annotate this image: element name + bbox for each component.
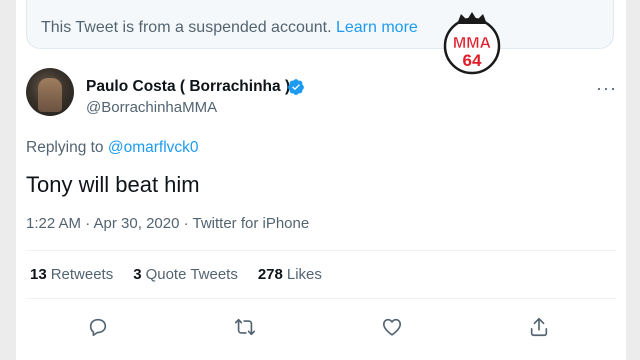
tweet-card: This Tweet is from a suspended account. … [16,0,626,360]
avatar-figure [38,78,62,112]
divider [26,298,616,299]
verified-badge-icon [288,79,304,95]
tweet-text: Tony will beat him [26,172,200,197]
reply-button[interactable] [83,312,113,342]
quote-tweets-label: Quote Tweets [145,266,238,283]
retweets-count: 13 [30,266,47,283]
quote-tweets-stat[interactable]: 3 Quote Tweets [133,266,238,283]
retweet-button[interactable] [230,312,260,342]
likes-label: Likes [286,266,322,283]
mma64-watermark-logo: MMA 64 [443,12,501,75]
replying-to-line: Replying to @omarflvck0 [26,139,199,157]
watermark-bottom-text: 64 [463,51,482,70]
reply-icon [89,318,107,337]
watermark-top-text: MMA [453,35,492,52]
left-page-edge [0,0,17,360]
avatar[interactable] [26,68,74,116]
suspended-message: This Tweet is from a suspended account. [41,19,332,36]
retweets-label: Retweets [50,266,114,283]
author-handle[interactable]: @BorrachinhaMMA [86,99,217,116]
tweet-actions-bar [70,312,590,344]
retweet-icon [235,318,255,336]
suspended-banner-text: This Tweet is from a suspended account. … [41,19,418,37]
author-name[interactable]: Paulo Costa ( Borrachinha ) [86,78,290,96]
replying-to-link[interactable]: @omarflvck0 [108,139,199,156]
learn-more-link[interactable]: Learn more [336,19,418,36]
suspended-account-banner: This Tweet is from a suspended account. … [26,0,614,49]
quote-tweets-count: 3 [133,266,142,283]
divider [26,250,616,251]
replying-prefix: Replying to [26,139,104,156]
share-icon [530,317,548,337]
tweet-timestamp[interactable]: 1:22 AM · Apr 30, 2020 · Twitter for iPh… [26,215,309,232]
likes-count: 278 [257,266,283,283]
engagement-stats: 13 Retweets 3 Quote Tweets 278 Likes [30,266,322,283]
likes-stat[interactable]: 278 Likes [258,266,322,283]
more-options-icon[interactable]: ··· [596,78,617,99]
retweets-stat[interactable]: 13 Retweets [30,266,113,283]
right-page-edge [625,0,640,360]
share-button[interactable] [524,312,554,342]
like-button[interactable] [377,312,407,342]
heart-icon [382,318,402,336]
